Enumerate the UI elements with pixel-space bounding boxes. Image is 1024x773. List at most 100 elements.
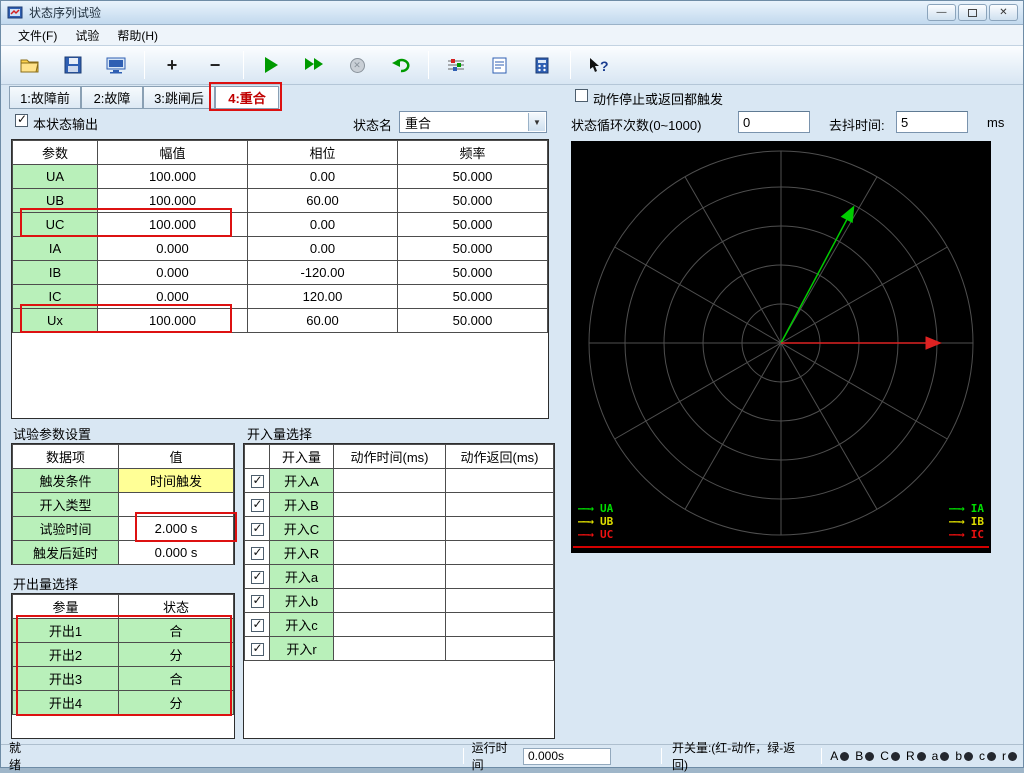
amplitude-cell[interactable]: 100.000 (98, 309, 248, 333)
phase-cell[interactable]: 0.00 (248, 237, 398, 261)
amplitude-cell[interactable]: 100.000 (98, 213, 248, 237)
frequency-cell[interactable]: 50.000 (398, 261, 548, 285)
check-icon: ✓ (17, 112, 27, 126)
tune-button[interactable] (437, 50, 475, 80)
table-row: IA 0.000 0.00 50.000 (13, 237, 548, 261)
state-name-label: 状态名 (353, 115, 392, 134)
tab-post-trip[interactable]: 3:跳闸后 (143, 86, 215, 109)
open-button[interactable] (11, 50, 49, 80)
status-bar: 就绪 运行时间 0.000s 开关量:(红-动作，绿-返回) A B C R a… (1, 744, 1023, 767)
input-checkbox[interactable]: ✓ (251, 643, 264, 656)
phase-cell[interactable]: 60.00 (248, 189, 398, 213)
fast-forward-button[interactable] (295, 50, 333, 80)
frequency-cell[interactable]: 50.000 (398, 165, 548, 189)
frequency-cell[interactable]: 50.000 (398, 237, 548, 261)
output-state-cell[interactable]: 分 (119, 691, 234, 715)
action-time-cell (334, 613, 446, 637)
input-check-cell[interactable]: ✓ (245, 469, 270, 493)
menu-help[interactable]: 帮助(H) (108, 25, 167, 46)
switch-r2-indicator-icon (1008, 752, 1017, 761)
input-checkbox[interactable]: ✓ (251, 571, 264, 584)
output-state-cell[interactable]: 合 (119, 667, 234, 691)
input-check-cell[interactable]: ✓ (245, 565, 270, 589)
phase-cell[interactable]: -120.00 (248, 261, 398, 285)
input-check-cell[interactable]: ✓ (245, 589, 270, 613)
chevron-down-icon[interactable]: ▼ (528, 113, 545, 131)
close-button[interactable]: ✕ (989, 4, 1018, 21)
value-cell[interactable]: 0.000 s (119, 541, 234, 565)
phase-cell[interactable]: 0.00 (248, 213, 398, 237)
action-time-cell (334, 541, 446, 565)
frequency-cell[interactable]: 50.000 (398, 213, 548, 237)
calculator-button[interactable] (523, 50, 561, 80)
value-cell[interactable] (119, 493, 234, 517)
title-bar[interactable]: 状态序列试验 — ✕ (1, 1, 1023, 25)
amplitude-cell[interactable]: 0.000 (98, 261, 248, 285)
value-cell[interactable]: 时间触发 (119, 469, 234, 493)
param-name-cell: IB (13, 261, 98, 285)
table-row: 试验时间 2.000 s (13, 517, 234, 541)
tab-fault[interactable]: 2:故障 (81, 86, 143, 109)
action-time-cell (334, 589, 446, 613)
tab-pre-fault[interactable]: 1:故障前 (9, 86, 81, 109)
debounce-input[interactable] (896, 111, 968, 133)
phase-cell[interactable]: 60.00 (248, 309, 398, 333)
data-item-cell: 触发后延时 (13, 541, 119, 565)
value-cell[interactable]: 2.000 s (119, 517, 234, 541)
data-item-cell: 触发条件 (13, 469, 119, 493)
checkbox-col-header (245, 445, 270, 469)
amplitude-cell[interactable]: 0.000 (98, 237, 248, 261)
frequency-cell[interactable]: 50.000 (398, 309, 548, 333)
frequency-cell[interactable]: 50.000 (398, 285, 548, 309)
switch-a-indicator-icon (840, 752, 849, 761)
trigger-mode-checkbox[interactable] (575, 89, 588, 102)
output-state-cell[interactable]: 合 (119, 619, 234, 643)
export-button[interactable] (97, 50, 135, 80)
minimize-button[interactable]: — (927, 4, 956, 21)
input-check-cell[interactable]: ✓ (245, 541, 270, 565)
maximize-button[interactable] (958, 4, 987, 21)
input-checkbox[interactable]: ✓ (251, 475, 264, 488)
report-button[interactable] (480, 50, 518, 80)
phase-cell[interactable]: 0.00 (248, 165, 398, 189)
input-checkbox[interactable]: ✓ (251, 619, 264, 632)
return-time-cell (446, 541, 554, 565)
menu-test[interactable]: 试验 (66, 25, 108, 46)
menu-file[interactable]: 文件(F) (9, 25, 66, 46)
output-state-cell[interactable]: 分 (119, 643, 234, 667)
table-row: 开出2 分 (13, 643, 234, 667)
table-row: ✓ 开入A (245, 469, 554, 493)
amplitude-cell[interactable]: 0.000 (98, 285, 248, 309)
tab-reclose[interactable]: 4:重合 (215, 86, 279, 109)
return-time-cell (446, 589, 554, 613)
input-checkbox[interactable]: ✓ (251, 523, 264, 536)
fast-forward-icon (305, 58, 323, 73)
amplitude-cell[interactable]: 100.000 (98, 189, 248, 213)
col-header: 开入量 (270, 445, 334, 469)
input-checkbox[interactable]: ✓ (251, 499, 264, 512)
input-checkbox[interactable]: ✓ (251, 547, 264, 560)
input-checkbox[interactable]: ✓ (251, 595, 264, 608)
state-output-checkbox[interactable]: ✓ (15, 114, 28, 127)
input-check-cell[interactable]: ✓ (245, 517, 270, 541)
loop-count-input[interactable] (738, 111, 810, 133)
phase-cell[interactable]: 120.00 (248, 285, 398, 309)
undo-button[interactable] (381, 50, 419, 80)
input-check-cell[interactable]: ✓ (245, 493, 270, 517)
undo-arrow-icon (391, 57, 410, 74)
input-check-cell[interactable]: ✓ (245, 637, 270, 661)
stop-button[interactable]: ✕ (338, 50, 376, 80)
run-button[interactable] (252, 50, 290, 80)
frequency-cell[interactable]: 50.000 (398, 189, 548, 213)
context-help-button[interactable]: ? (579, 50, 617, 80)
save-button[interactable] (54, 50, 92, 80)
state-name-select[interactable]: 重合 ▼ (399, 111, 547, 133)
table-row: UA 100.000 0.00 50.000 (13, 165, 548, 189)
table-row: ✓ 开入c (245, 613, 554, 637)
remove-state-button[interactable]: − (196, 50, 234, 80)
switch-letter: c (979, 749, 985, 763)
ic-arrow-icon: ——→ (949, 528, 971, 541)
add-state-button[interactable]: + (153, 50, 191, 80)
amplitude-cell[interactable]: 100.000 (98, 165, 248, 189)
input-check-cell[interactable]: ✓ (245, 613, 270, 637)
